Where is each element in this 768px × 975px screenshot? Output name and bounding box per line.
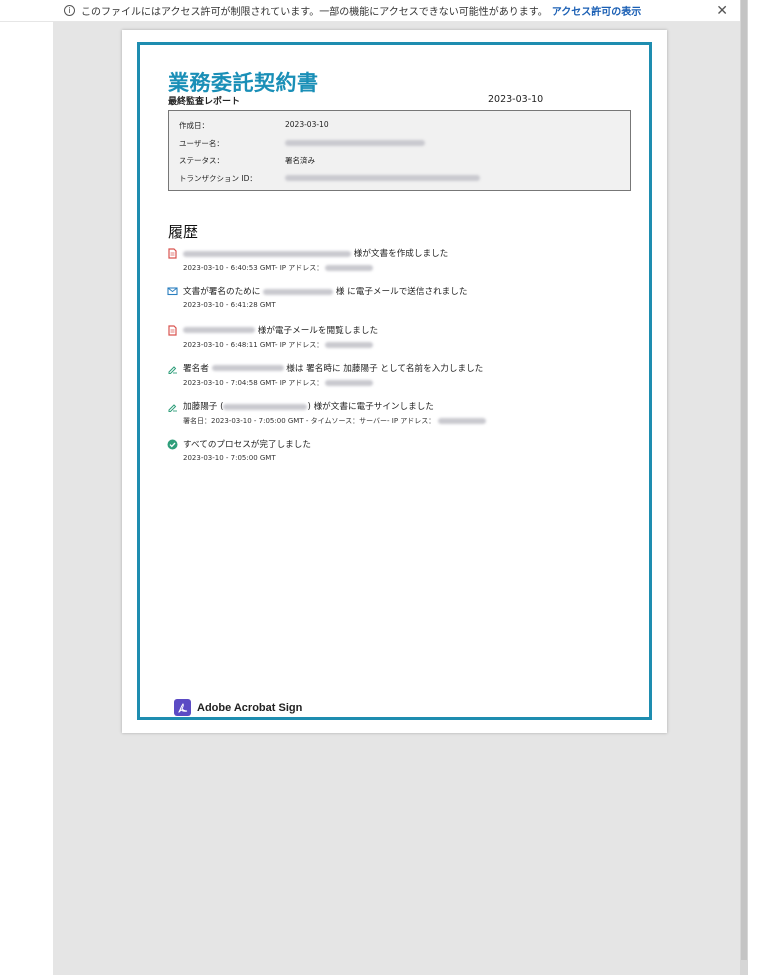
signature-icon bbox=[168, 366, 177, 374]
meta-value-redacted bbox=[285, 138, 425, 147]
event-after: 様が文書に電子サインしました bbox=[313, 402, 434, 413]
info-icon: i bbox=[64, 5, 75, 16]
history-list: 様が文書を作成しました 2023-03-10 - 6:40:53 GMT- IP… bbox=[167, 248, 647, 478]
report-date: 2023-03-10 bbox=[488, 94, 544, 105]
event-after: 様が電子メールを閲覧しました bbox=[257, 325, 379, 336]
meta-row-status: ステータス： 署名済み bbox=[169, 152, 630, 170]
event-text: 署名者 様は 署名時に 加藤陽子 として名前を入力しました bbox=[183, 363, 647, 375]
history-event: 様が文書を作成しました 2023-03-10 - 6:40:53 GMT- IP… bbox=[167, 248, 647, 286]
meta-label: ユーザー名： bbox=[179, 138, 224, 148]
brand-name: Adobe Acrobat Sign bbox=[197, 701, 303, 714]
event-detail: 2023-03-10 - 6:40:53 GMT- IP アドレス： bbox=[183, 263, 647, 273]
event-after: 様 に電子メールで送信されました bbox=[335, 287, 468, 298]
info-message: このファイルにはアクセス許可が制限されています。一部の機能にアクセスできない可能… bbox=[81, 7, 548, 18]
info-bar: i このファイルにはアクセス許可が制限されています。一部の機能にアクセスできない… bbox=[0, 0, 740, 22]
meta-table: 作成日： 2023-03-10 ユーザー名： ステータス： 署名済み トランザク… bbox=[168, 110, 631, 191]
scrollbar-thumb[interactable] bbox=[741, 0, 747, 960]
event-text: 文書が署名のために 様 に電子メールで送信されました bbox=[183, 286, 647, 298]
report-subtitle: 最終監査レポート bbox=[168, 97, 241, 107]
meta-label: ステータス： bbox=[179, 156, 224, 165]
brand-footer: Adobe Acrobat Sign bbox=[174, 699, 302, 716]
event-text: すべてのプロセスが完了しました bbox=[183, 440, 311, 451]
document-title: 業務委託契約書 bbox=[168, 71, 319, 95]
event-detail: 2023-03-10 - 6:48:11 GMT- IP アドレス： bbox=[183, 340, 647, 350]
meta-row-created: 作成日： 2023-03-10 bbox=[169, 117, 630, 135]
event-before: 加藤陽子 ( bbox=[183, 402, 224, 413]
meta-value: 署名済み bbox=[285, 156, 315, 165]
meta-value: 2023-03-10 bbox=[285, 120, 329, 129]
event-before: 文書が署名のために bbox=[183, 287, 261, 298]
document-icon bbox=[168, 248, 177, 259]
meta-row-user: ユーザー名： bbox=[169, 135, 630, 153]
history-event: 文書が署名のために 様 に電子メールで送信されました 2023-03-10 - … bbox=[167, 286, 647, 324]
event-after: 様は 署名時に 加藤陽子 として名前を入力しました bbox=[286, 363, 484, 374]
email-icon bbox=[167, 287, 178, 296]
signature-icon bbox=[168, 404, 177, 413]
event-text: 加藤陽子 () 様が文書に電子サインしました bbox=[183, 402, 434, 413]
history-event: 署名者 様は 署名時に 加藤陽子 として名前を入力しました 2023-03-10… bbox=[167, 363, 647, 401]
history-event: すべてのプロセスが完了しました 2023-03-10 - 7:05:00 GMT bbox=[167, 439, 647, 477]
event-text: 様が文書を作成しました bbox=[183, 248, 647, 260]
meta-value-redacted bbox=[285, 173, 480, 182]
meta-row-transaction: トランザクション ID： bbox=[169, 170, 630, 188]
event-detail: 2023-03-10 - 7:05:00 GMT bbox=[183, 454, 276, 463]
page-frame: 業務委託契約書 最終監査レポート 2023-03-10 作成日： 2023-03… bbox=[137, 42, 652, 720]
meta-label: 作成日： bbox=[179, 121, 209, 130]
acrobat-logo-icon bbox=[174, 699, 191, 716]
check-icon bbox=[167, 439, 178, 450]
event-text: 様が電子メールを閲覧しました bbox=[183, 325, 647, 337]
close-icon[interactable]: ✕ bbox=[716, 3, 728, 19]
document-icon bbox=[168, 324, 177, 336]
meta-label: トランザクション ID： bbox=[179, 173, 257, 183]
event-detail: 2023-03-10 - 7:04:58 GMT- IP アドレス： bbox=[183, 378, 647, 388]
event-before: 署名者 bbox=[183, 363, 209, 374]
vertical-scrollbar[interactable] bbox=[740, 0, 748, 975]
event-detail: 2023-03-10 - 6:41:28 GMT bbox=[183, 301, 276, 310]
history-event: 様が電子メールを閲覧しました 2023-03-10 - 6:48:11 GMT-… bbox=[167, 324, 647, 363]
pdf-page: 業務委託契約書 最終監査レポート 2023-03-10 作成日： 2023-03… bbox=[122, 30, 667, 733]
event-after: 様が文書を作成しました bbox=[353, 249, 449, 259]
history-title: 履歴 bbox=[168, 223, 199, 241]
view-permissions-link[interactable]: アクセス許可の表示 bbox=[552, 3, 642, 18]
history-event: 加藤陽子 () 様が文書に電子サインしました 署名日：2023-03-10 - … bbox=[167, 401, 647, 439]
event-detail: 署名日：2023-03-10 - 7:05:00 GMT - タイムソース：サー… bbox=[183, 416, 647, 426]
